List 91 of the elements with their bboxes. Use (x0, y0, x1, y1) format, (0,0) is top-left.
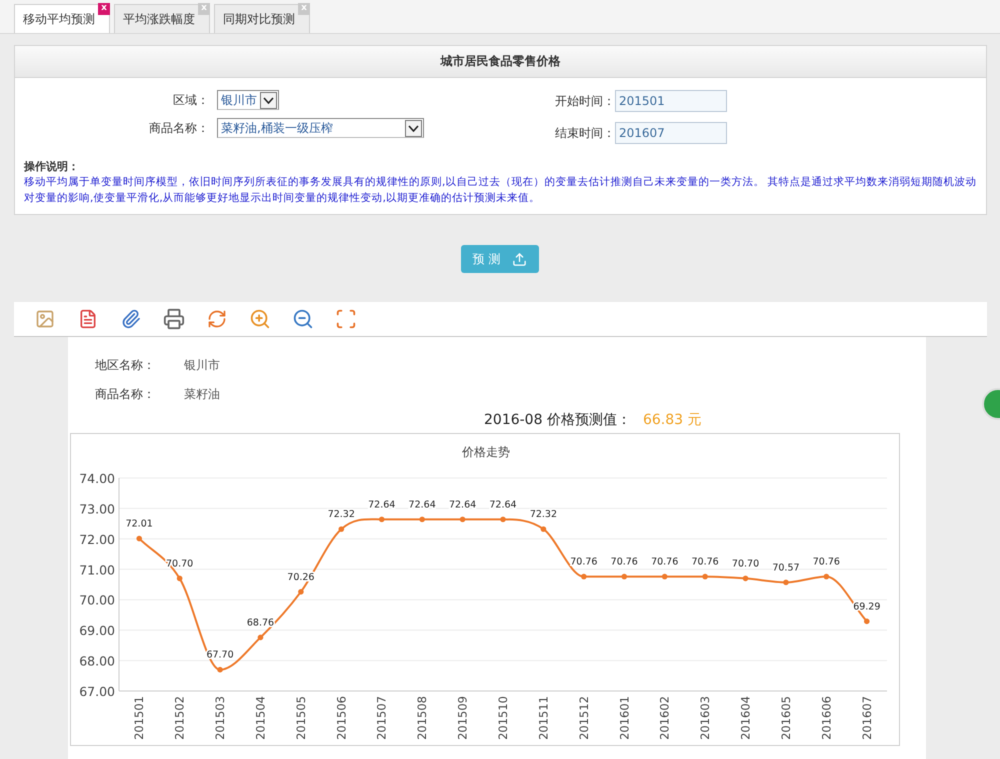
field-label: 区域： (172, 92, 210, 108)
x-axis-label: 201502 (172, 696, 187, 740)
data-label: 68.76 (246, 617, 274, 628)
zoom-out-icon[interactable] (292, 308, 314, 330)
info-value: 菜籽油 (184, 386, 220, 403)
data-label: 72.32 (328, 509, 355, 520)
field-label: 开始时间： (555, 92, 615, 110)
y-axis-label: 70.00 (79, 592, 115, 608)
x-axis-label: 201604 (738, 696, 753, 740)
data-point (176, 576, 182, 582)
data-point (824, 574, 830, 580)
data-label: 70.76 (812, 556, 840, 568)
image-icon[interactable] (34, 308, 56, 330)
data-point (460, 516, 466, 522)
x-axis-label: 201504 (253, 696, 268, 740)
data-label: 70.76 (651, 556, 678, 568)
y-axis-label: 73.00 (79, 501, 115, 516)
x-axis-label: 201501 (132, 696, 146, 740)
info-label: 商品名称： (95, 386, 156, 403)
data-point (621, 574, 628, 580)
data-point (783, 580, 789, 586)
tab[interactable]: 移动平均预测 x (14, 4, 110, 33)
forecast-value: 66.83 元 (642, 411, 702, 429)
data-label: 70.57 (772, 562, 800, 574)
print-icon[interactable] (163, 308, 185, 330)
data-point (258, 634, 264, 640)
y-axis-label: 74.00 (79, 471, 115, 486)
x-axis-label: 201601 (617, 696, 632, 740)
data-label: 70.76 (692, 556, 719, 568)
x-axis-label: 201508 (415, 696, 430, 740)
forecast-label: 2016-08 价格预测值： (484, 411, 631, 429)
data-point (338, 526, 344, 532)
data-point (378, 516, 385, 522)
data-point (540, 526, 546, 532)
data-label: 70.70 (732, 558, 760, 570)
data-point (581, 574, 587, 580)
select-field[interactable]: 银川市 (217, 90, 279, 110)
data-label: 72.32 (530, 509, 558, 520)
data-point (864, 618, 870, 624)
data-point (702, 574, 708, 580)
panel-title: 城市居民食品零售价格 (15, 46, 986, 78)
x-axis-label: 201603 (698, 696, 712, 740)
date-field[interactable]: 201501 (615, 90, 727, 112)
paperclip-icon[interactable] (120, 308, 142, 330)
x-axis-label: 201606 (819, 696, 834, 740)
data-point (419, 516, 425, 522)
data-label: 72.01 (126, 518, 153, 530)
info-label: 地区名称： (95, 357, 156, 374)
data-point (742, 576, 748, 582)
close-icon[interactable]: x (98, 3, 110, 15)
data-point (217, 666, 223, 672)
x-axis-label: 201605 (778, 696, 793, 740)
select-field[interactable]: 菜籽油,桶装一级压榨 (217, 118, 424, 138)
fit-screen-icon[interactable] (335, 308, 357, 330)
y-axis-label: 72.00 (79, 532, 115, 547)
y-axis-label: 71.00 (79, 562, 115, 578)
note-text: 移动平均属于单变量时间序模型，依旧时间序列所表征的事务发展具有的规律性的原则,以自己过去（现在）的变量去估计推测自己未来变量的一类方法。 其特点是通过求平均数来消弱短期随机波动对变量的影响,使变量平滑化,从而能够更好地显示出时间变量的规律性变动,以期更准确的估计预测未来值。 (23, 175, 978, 206)
zoom-in-icon[interactable] (249, 308, 271, 330)
data-point (500, 516, 506, 522)
note-title: 操作说明： (22, 159, 80, 174)
data-point (298, 589, 304, 595)
caret-icon (260, 92, 277, 108)
x-axis-label: 201607 (860, 696, 874, 740)
date-field[interactable]: 201607 (615, 122, 727, 144)
field-label: 结束时间： (555, 124, 615, 142)
data-label: 70.76 (570, 556, 598, 568)
y-axis-label: 67.00 (79, 684, 115, 699)
x-axis-label: 201511 (536, 696, 550, 740)
info-value: 银川市 (184, 357, 220, 374)
chart-title: 价格走势 (462, 445, 510, 459)
data-label: 72.64 (408, 499, 436, 510)
x-axis-label: 201507 (374, 696, 389, 740)
refresh-icon[interactable] (206, 308, 228, 330)
caret-icon (405, 120, 422, 136)
x-axis-label: 201602 (658, 696, 672, 740)
y-axis-label: 68.00 (79, 654, 115, 669)
data-label: 72.64 (368, 499, 396, 510)
data-label: 72.64 (489, 499, 517, 510)
data-point (662, 574, 668, 580)
data-label: 70.76 (610, 556, 638, 568)
x-axis-label: 201505 (294, 696, 308, 740)
x-axis-label: 201506 (334, 696, 348, 740)
y-axis-label: 69.00 (79, 623, 115, 638)
x-axis-label: 201509 (456, 696, 470, 740)
upload-icon (512, 252, 528, 266)
data-label: 72.64 (448, 499, 476, 510)
data-point (136, 536, 142, 542)
x-axis-label: 201510 (496, 696, 510, 740)
x-axis-label: 201512 (576, 696, 591, 740)
x-axis-label: 201503 (213, 696, 228, 740)
field-label: 商品名称： (148, 120, 210, 136)
